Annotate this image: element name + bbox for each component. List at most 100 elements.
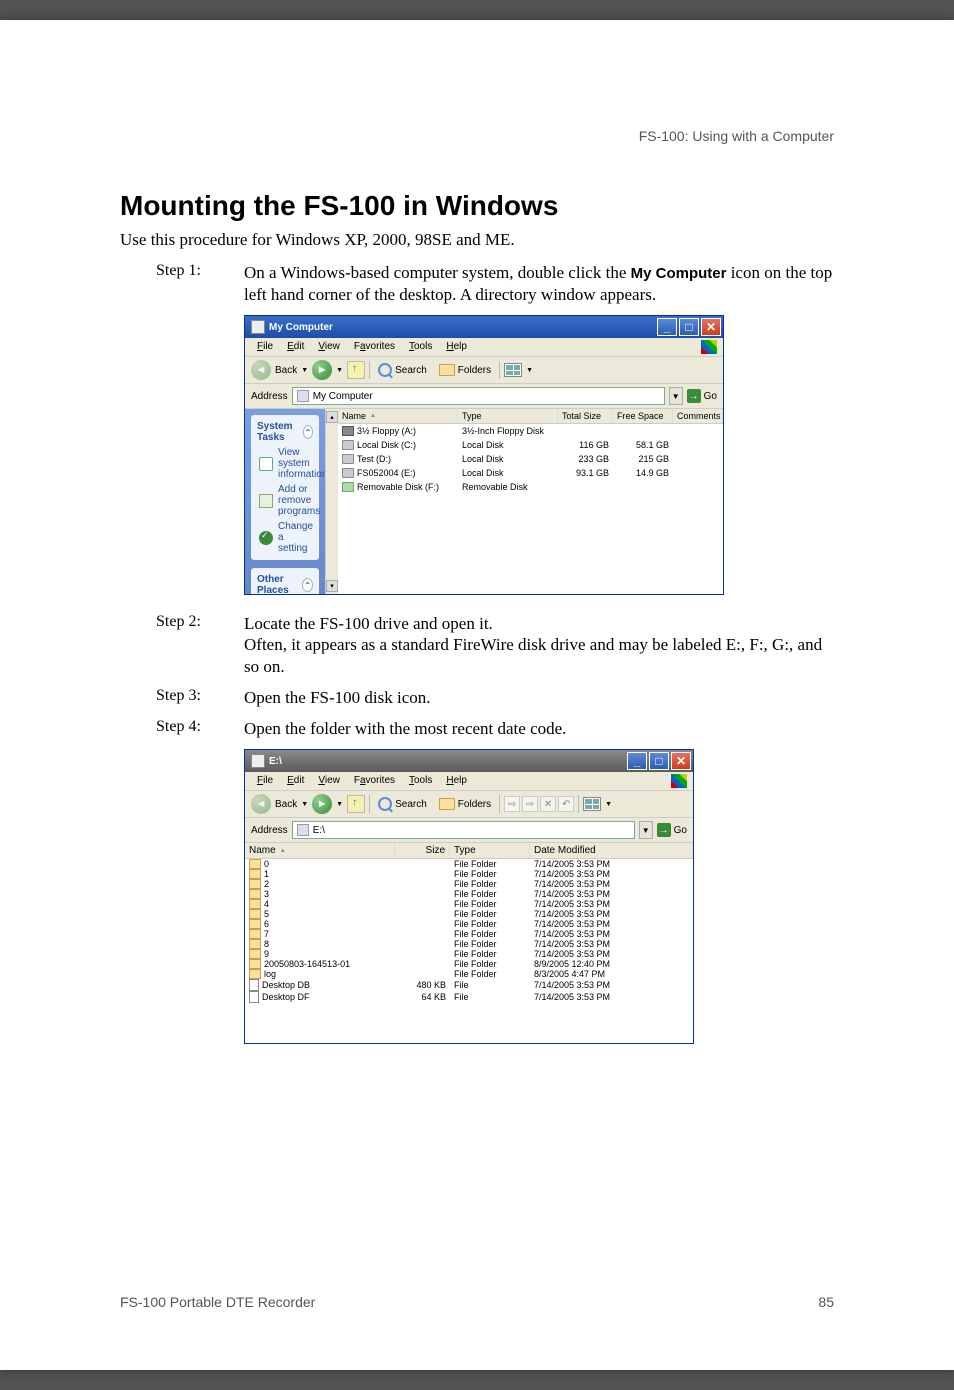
list-item[interactable]: 2File Folder7/14/2005 3:53 PM bbox=[245, 879, 693, 889]
col-date[interactable]: Date Modified bbox=[530, 843, 693, 858]
titlebar[interactable]: E:\ _ □ ✕ bbox=[245, 750, 693, 772]
col-comments[interactable]: Comments bbox=[673, 409, 723, 423]
col-name[interactable]: Name bbox=[338, 409, 458, 423]
item-size bbox=[395, 899, 450, 909]
menu-help[interactable]: Help bbox=[440, 774, 473, 788]
folders-button[interactable]: Folders bbox=[435, 363, 495, 377]
step-1: Step 1: On a Windows-based computer syst… bbox=[120, 262, 834, 305]
col-name[interactable]: Name bbox=[245, 843, 395, 858]
menu-tools[interactable]: Tools bbox=[403, 340, 438, 354]
drive-free bbox=[613, 425, 673, 437]
close-button[interactable]: ✕ bbox=[701, 318, 721, 336]
view-system-info-link[interactable]: View system information bbox=[251, 445, 319, 482]
item-name: 8 bbox=[245, 939, 395, 949]
titlebar[interactable]: My Computer _ □ ✕ bbox=[245, 316, 723, 338]
item-size bbox=[395, 889, 450, 899]
menu-file[interactable]: File bbox=[251, 774, 279, 788]
col-free-space[interactable]: Free Space bbox=[613, 409, 673, 423]
scroll-down-icon[interactable]: ▾ bbox=[326, 580, 338, 592]
menu-file[interactable]: File bbox=[251, 340, 279, 354]
collapse-button[interactable]: ⌃ bbox=[303, 425, 313, 439]
change-setting-link[interactable]: Change a setting bbox=[251, 519, 319, 556]
item-type: File bbox=[450, 991, 530, 1003]
toolbar: ◄ Back ▼ ► ▼ Search Folders ⇨ ⇨ bbox=[245, 791, 693, 818]
go-button[interactable]: → Go bbox=[687, 389, 717, 403]
list-item[interactable]: logFile Folder8/3/2005 4:47 PM bbox=[245, 969, 693, 979]
col-total-size[interactable]: Total Size bbox=[558, 409, 613, 423]
forward-button[interactable]: ► bbox=[312, 360, 332, 380]
back-button[interactable]: ◄ bbox=[251, 360, 271, 380]
back-button[interactable]: ◄ bbox=[251, 794, 271, 814]
list-item[interactable]: Desktop DB480 KBFile7/14/2005 3:53 PM bbox=[245, 979, 693, 991]
address-dropdown[interactable]: ▼ bbox=[639, 821, 653, 839]
go-button[interactable]: → Go bbox=[657, 823, 687, 837]
list-item[interactable]: 8File Folder7/14/2005 3:53 PM bbox=[245, 939, 693, 949]
maximize-button[interactable]: □ bbox=[679, 318, 699, 336]
drive-type: 3½-Inch Floppy Disk bbox=[458, 425, 558, 437]
search-button[interactable]: Search bbox=[374, 796, 431, 812]
list-item[interactable]: Desktop DF64 KBFile7/14/2005 3:53 PM bbox=[245, 991, 693, 1003]
delete-icon[interactable]: ✕ bbox=[540, 796, 556, 812]
views-dropdown[interactable]: ▼ bbox=[526, 367, 533, 374]
menu-view[interactable]: View bbox=[312, 774, 346, 788]
list-item[interactable]: 0File Folder7/14/2005 3:53 PM bbox=[245, 859, 693, 869]
col-type[interactable]: Type bbox=[450, 843, 530, 858]
address-dropdown[interactable]: ▼ bbox=[669, 387, 683, 405]
minimize-button[interactable]: _ bbox=[627, 752, 647, 770]
undo-icon[interactable]: ↶ bbox=[558, 796, 574, 812]
menu-edit[interactable]: Edit bbox=[281, 774, 310, 788]
link-text: Change a setting bbox=[278, 521, 313, 554]
list-item[interactable]: 7File Folder7/14/2005 3:53 PM bbox=[245, 929, 693, 939]
sidebar-scrollbar[interactable]: ▴ ▾ bbox=[325, 409, 338, 594]
fwd-dropdown[interactable]: ▼ bbox=[336, 801, 343, 808]
drive-row[interactable]: Local Disk (C:)Local Disk116 GB58.1 GB bbox=[338, 438, 723, 452]
menu-help[interactable]: Help bbox=[440, 340, 473, 354]
address-input[interactable]: My Computer bbox=[292, 387, 665, 405]
folders-button[interactable]: Folders bbox=[435, 797, 495, 811]
forward-button[interactable]: ► bbox=[312, 794, 332, 814]
list-item[interactable]: 3File Folder7/14/2005 3:53 PM bbox=[245, 889, 693, 899]
list-item[interactable]: 6File Folder7/14/2005 3:53 PM bbox=[245, 919, 693, 929]
back-label: Back bbox=[275, 799, 297, 810]
window-title: E:\ bbox=[269, 756, 282, 767]
menu-favorites[interactable]: Favorites bbox=[348, 774, 401, 788]
menu-view[interactable]: View bbox=[312, 340, 346, 354]
list-item[interactable]: 4File Folder7/14/2005 3:53 PM bbox=[245, 899, 693, 909]
list-item[interactable]: 9File Folder7/14/2005 3:53 PM bbox=[245, 949, 693, 959]
item-name: Desktop DF bbox=[245, 991, 395, 1003]
back-dropdown[interactable]: ▼ bbox=[301, 801, 308, 808]
views-button[interactable] bbox=[583, 797, 601, 811]
drive-icon bbox=[342, 426, 354, 436]
menu-tools[interactable]: Tools bbox=[403, 774, 438, 788]
drive-icon bbox=[342, 482, 354, 492]
address-label: Address bbox=[251, 391, 288, 402]
add-remove-programs-link[interactable]: Add or remove programs bbox=[251, 482, 319, 519]
fwd-dropdown[interactable]: ▼ bbox=[336, 367, 343, 374]
views-button[interactable] bbox=[504, 363, 522, 377]
up-button[interactable] bbox=[347, 795, 365, 813]
drive-row[interactable]: Test (D:)Local Disk233 GB215 GB bbox=[338, 452, 723, 466]
col-size[interactable]: Size bbox=[395, 843, 450, 858]
menu-edit[interactable]: Edit bbox=[281, 340, 310, 354]
scroll-up-icon[interactable]: ▴ bbox=[326, 411, 338, 423]
close-button[interactable]: ✕ bbox=[671, 752, 691, 770]
menu-favorites[interactable]: Favorites bbox=[348, 340, 401, 354]
address-input[interactable]: E:\ bbox=[292, 821, 635, 839]
search-button[interactable]: Search bbox=[374, 362, 431, 378]
drive-row[interactable]: 3½ Floppy (A:)3½-Inch Floppy Disk bbox=[338, 424, 723, 438]
address-label: Address bbox=[251, 825, 288, 836]
drive-row[interactable]: FS052004 (E:)Local Disk93.1 GB14.9 GB bbox=[338, 466, 723, 480]
maximize-button[interactable]: □ bbox=[649, 752, 669, 770]
drive-row[interactable]: Removable Disk (F:)Removable Disk bbox=[338, 480, 723, 494]
collapse-button[interactable]: ⌃ bbox=[302, 578, 313, 592]
move-to-icon[interactable]: ⇨ bbox=[504, 796, 520, 812]
up-button[interactable] bbox=[347, 361, 365, 379]
col-type[interactable]: Type bbox=[458, 409, 558, 423]
list-item[interactable]: 1File Folder7/14/2005 3:53 PM bbox=[245, 869, 693, 879]
list-item[interactable]: 5File Folder7/14/2005 3:53 PM bbox=[245, 909, 693, 919]
views-dropdown[interactable]: ▼ bbox=[605, 801, 612, 808]
back-dropdown[interactable]: ▼ bbox=[301, 367, 308, 374]
copy-to-icon[interactable]: ⇨ bbox=[522, 796, 538, 812]
minimize-button[interactable]: _ bbox=[657, 318, 677, 336]
list-item[interactable]: 20050803-164513-01File Folder8/9/2005 12… bbox=[245, 959, 693, 969]
